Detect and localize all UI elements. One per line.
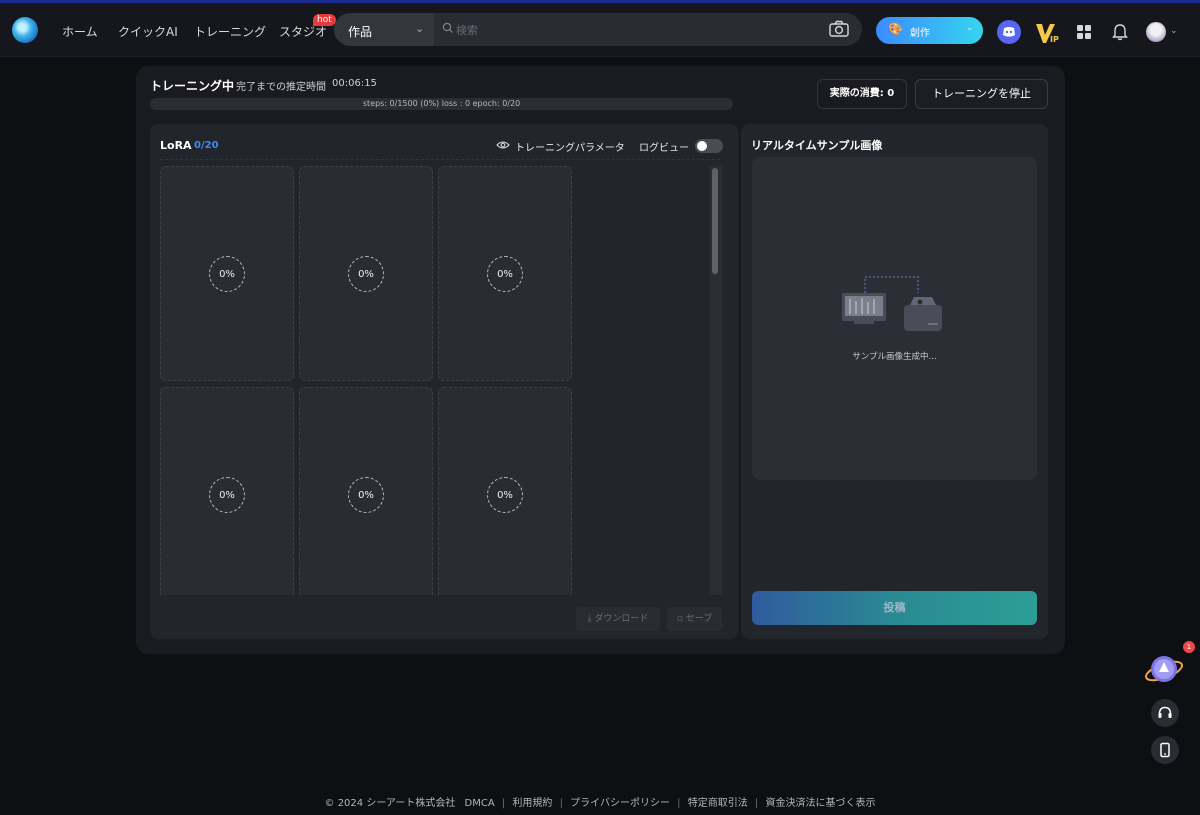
svg-text:IP: IP — [1050, 35, 1059, 44]
progress-ring: 0% — [209, 256, 245, 292]
search-input[interactable] — [456, 21, 816, 39]
create-button-label: 創作 — [910, 28, 930, 39]
stop-training-button[interactable]: トレーニングを停止 — [915, 79, 1048, 109]
progress-ring: 0% — [487, 256, 523, 292]
create-button[interactable]: 🎨 創作 ⌄ — [876, 17, 983, 44]
footer-separator: | — [559, 798, 563, 809]
lora-count: 0/20 — [194, 140, 219, 151]
lora-panel: LoRA 0/20 トレーニングパラメータ ログビュー 0% 0% 0% 0% — [150, 124, 738, 639]
download-button[interactable]: ⤓ ダウンロード — [576, 607, 660, 631]
toggle-knob — [697, 141, 707, 151]
discord-icon[interactable] — [997, 20, 1021, 44]
realtime-sample-title: リアルタイムサンプル画像 — [751, 139, 883, 152]
nav-training[interactable]: トレーニング — [194, 23, 266, 40]
headset-icon — [1158, 706, 1172, 718]
footer-link-terms[interactable]: 利用規約 — [512, 798, 552, 809]
progress-text: steps: 0/1500 (0%) loss : 0 epoch: 0/20 — [362, 99, 521, 108]
generating-illustration-icon — [842, 276, 942, 331]
nav-home[interactable]: ホーム — [62, 23, 98, 40]
footer-separator: | — [677, 798, 681, 809]
scrollbar-thumb[interactable] — [712, 168, 718, 274]
apps-grid-icon[interactable] — [1077, 25, 1091, 39]
log-view-label: ログビュー — [639, 143, 689, 154]
progress-ring: 0% — [348, 256, 384, 292]
ai-assistant-icon[interactable] — [1143, 650, 1185, 688]
chevron-down-icon: ⌄ — [415, 22, 425, 35]
user-avatar[interactable] — [1146, 22, 1166, 42]
lora-scrollbar[interactable] — [709, 166, 722, 595]
footer-link-commerce[interactable]: 特定商取引法 — [688, 798, 748, 809]
lora-card[interactable]: 0% — [160, 387, 294, 595]
progress-ring: 0% — [348, 477, 384, 513]
bell-icon[interactable] — [1112, 23, 1128, 41]
download-label: ダウンロード — [594, 614, 649, 624]
divider — [160, 159, 720, 160]
log-view-toggle[interactable] — [695, 139, 723, 153]
chevron-down-icon[interactable]: ⌄ — [1170, 26, 1178, 36]
training-panel: トレーニング中 完了までの推定時間 00:06:15 steps: 0/1500… — [136, 66, 1065, 654]
palette-icon: 🎨 — [888, 22, 903, 36]
hot-badge: hot — [313, 14, 336, 26]
lora-card[interactable]: 0% — [299, 166, 433, 381]
footer-separator: | — [754, 798, 759, 809]
notification-badge: 1 — [1183, 641, 1195, 653]
lora-card-grid: 0% 0% 0% 0% 0% 0% — [160, 166, 720, 595]
top-header: ホーム クイックAI トレーニング スタジオ hot 作品 ⌄ 🎨 創作 ⌄ — [0, 3, 1200, 57]
vip-icon[interactable]: IP — [1035, 21, 1061, 45]
sample-image-area: サンプル画像生成中... — [752, 157, 1037, 480]
save-button[interactable]: ▫ セーブ — [667, 607, 722, 631]
actual-cost-display: 実際の消費: 0 — [817, 79, 907, 109]
save-icon: ▫ — [676, 614, 686, 624]
eta-time: 00:06:15 — [332, 78, 377, 89]
generating-text: サンプル画像生成中... — [852, 352, 937, 362]
support-headset-button[interactable] — [1151, 699, 1179, 727]
realtime-sample-panel: リアルタイムサンプル画像 サンプル画像生成中... 投稿 — [741, 124, 1048, 639]
footer-link-privacy[interactable]: プライバシーポリシー — [570, 798, 670, 809]
footer-copyright: © 2024 シーアート株式会社 — [324, 798, 456, 809]
progress-ring: 0% — [209, 477, 245, 513]
search-category-label: 作品 — [348, 25, 373, 39]
lora-title: LoRA — [160, 139, 192, 152]
mobile-app-button[interactable] — [1151, 736, 1179, 764]
footer-link-dmca[interactable]: DMCA — [465, 798, 495, 809]
app-logo-icon[interactable] — [12, 17, 38, 43]
camera-icon[interactable] — [828, 19, 850, 39]
chevron-down-icon: ⌄ — [966, 23, 974, 33]
search-category-select[interactable]: 作品 ⌄ — [334, 13, 434, 46]
search-bar: 作品 ⌄ — [334, 13, 862, 46]
save-label: セーブ — [685, 614, 713, 624]
post-button[interactable]: 投稿 — [752, 591, 1037, 625]
mobile-phone-icon — [1160, 742, 1170, 758]
lora-actions-bar: ⤓ ダウンロード ▫ セーブ — [150, 595, 738, 639]
lora-card[interactable]: 0% — [438, 166, 572, 381]
search-icon — [442, 22, 453, 33]
training-params-link[interactable]: トレーニングパラメータ — [515, 139, 625, 154]
eye-icon[interactable] — [496, 140, 510, 150]
training-progress-bar: steps: 0/1500 (0%) loss : 0 epoch: 0/20 — [150, 98, 733, 110]
nav-quick-ai[interactable]: クイックAI — [118, 23, 178, 40]
lora-card[interactable]: 0% — [299, 387, 433, 595]
footer-separator: | — [501, 798, 506, 809]
eta-label: 完了までの推定時間 — [236, 82, 326, 93]
lora-card[interactable]: 0% — [438, 387, 572, 595]
footer-link-payment[interactable]: 資金決済法に基づく表示 — [765, 798, 875, 809]
progress-ring: 0% — [487, 477, 523, 513]
training-status-title: トレーニング中 — [150, 79, 235, 93]
lora-card[interactable]: 0% — [160, 166, 294, 381]
footer: © 2024 シーアート株式会社 DMCA | 利用規約 | プライバシーポリシ… — [0, 794, 1200, 809]
